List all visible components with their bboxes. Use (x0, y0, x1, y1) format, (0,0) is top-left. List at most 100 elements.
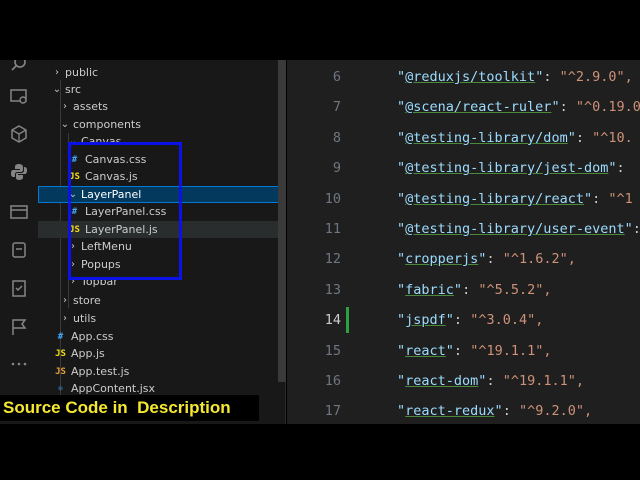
json-key: fabric (405, 281, 454, 298)
json-key: @testing-library/dom (405, 129, 568, 146)
react-file-icon: ⚛ (57, 383, 64, 394)
json-value: "^3.0.4", (470, 312, 544, 329)
line-number: 13 (324, 281, 341, 298)
code-text: "react-redux": "^9.2.0", (397, 403, 593, 420)
extensions-icon[interactable] (9, 124, 29, 144)
tree-item-components[interactable]: ⌄ components (38, 116, 286, 133)
tree-item-label: utils (73, 312, 97, 325)
tree-item-public[interactable]: › public (38, 64, 286, 81)
json-value: "^0.19.0 (575, 99, 640, 116)
python-icon[interactable] (9, 162, 29, 182)
code-line: 16 "react-dom": "^19.1.1", (287, 366, 640, 396)
search-icon[interactable] (9, 60, 29, 74)
testing-icon[interactable] (9, 278, 29, 298)
tree-item-utils[interactable]: › utils (38, 310, 286, 327)
tree-item-app-js[interactable]: JS App.js (38, 345, 286, 362)
line-number: 15 (324, 342, 341, 359)
json-value: "^19.1.1", (470, 342, 552, 359)
json-key: react-dom (405, 373, 479, 389)
code-text: "@testing-library/dom": "^10. (397, 129, 633, 146)
json-value: "^1 (608, 190, 633, 207)
json-value: "^5.5.2", (478, 281, 552, 298)
code-line: 7 "@scena/react-ruler": "^0.19.0 (287, 92, 640, 122)
code-line: 6 "@reduxjs/toolkit": "^2.9.0", (287, 62, 640, 92)
line-number: 14 (324, 312, 341, 329)
tree-item-label: App.js (71, 347, 105, 360)
code-text: "@scena/react-ruler": "^0.19.0 (397, 99, 640, 116)
tree-item-label: store (73, 294, 101, 307)
tree-item-label: src (65, 83, 82, 96)
remote-explorer-icon[interactable] (9, 202, 29, 222)
tree-item-label: components (73, 118, 141, 131)
json-key: @reduxjs/toolkit (405, 69, 536, 85)
json-value: "^2.9.0", (559, 69, 633, 85)
line-number: 7 (332, 99, 341, 116)
code-line: 13 "fabric": "^5.5.2", (287, 275, 640, 305)
tree-item-label: assets (73, 100, 109, 113)
tree-item-app-css[interactable]: # App.css (38, 328, 286, 345)
database-icon[interactable] (9, 240, 29, 260)
line-number: 12 (324, 251, 341, 268)
code-line: 12 "cropperjs": "^1.6.2", (287, 244, 640, 274)
chevron-right-icon: › (63, 295, 67, 306)
json-key: @testing-library/user-event (405, 221, 625, 237)
code-text: "cropperjs": "^1.6.2", (397, 251, 576, 268)
js-file-icon: JS (55, 366, 66, 377)
json-key: @testing-library/react (405, 190, 584, 207)
json-key: cropperjs (405, 251, 479, 268)
chevron-down-icon: ⌄ (52, 84, 62, 95)
description-banner: Source Code in Description (0, 395, 259, 421)
code-text: "fabric": "^5.5.2", (397, 281, 552, 298)
chevron-right-icon: › (55, 67, 59, 78)
tree-item-src[interactable]: ⌄ src (38, 81, 286, 98)
code-line: 9 "@testing-library/jest-dom": (287, 153, 640, 183)
flag-icon[interactable] (9, 317, 29, 337)
line-number: 11 (324, 221, 341, 237)
code-text: "@reduxjs/toolkit": "^2.9.0", (397, 69, 633, 85)
video-letterbox-top (0, 0, 640, 60)
chevron-right-icon: › (63, 101, 67, 112)
code-text: "@testing-library/react": "^1 (397, 190, 633, 207)
code-text: "jspdf": "^3.0.4", (397, 312, 544, 329)
vscode-window: › public ⌄ src › assets ⌄ components ⌄ Canvas # Can… (0, 60, 640, 424)
code-text: "react-dom": "^19.1.1", (397, 373, 584, 389)
code-line: 10 "@testing-library/react": "^1 (287, 184, 640, 214)
activity-bar (0, 60, 38, 424)
code-line: 15 "react": "^19.1.1", (287, 336, 640, 366)
code-line: 11 "@testing-library/user-event": (287, 214, 640, 244)
code-line: 8 "@testing-library/dom": "^10. (287, 123, 640, 153)
tree-item-label: App.css (71, 330, 114, 343)
chevron-down-icon: ⌄ (60, 119, 70, 130)
json-value: "^9.2.0", (518, 403, 593, 420)
tree-item-app-test-js[interactable]: JS App.test.js (38, 363, 286, 380)
more-icon[interactable] (9, 354, 29, 374)
json-key: @scena/react-ruler (405, 99, 552, 116)
code-text: "react": "^19.1.1", (397, 342, 552, 359)
chevron-right-icon: › (63, 313, 67, 324)
line-number: 16 (324, 373, 341, 389)
line-number: 8 (332, 129, 341, 146)
json-key: jspdf (405, 312, 446, 329)
tree-item-store[interactable]: › store (38, 292, 286, 309)
line-number: 17 (324, 403, 341, 420)
video-letterbox-bottom (0, 424, 640, 480)
line-number: 9 (332, 160, 341, 177)
line-number: 10 (324, 190, 341, 207)
json-value: "^10. (592, 129, 633, 146)
json-key: react (405, 342, 446, 359)
json-key: @testing-library/jest-dom (405, 160, 609, 177)
json-value: "^1.6.2", (502, 251, 576, 268)
explorer-scrollbar[interactable] (278, 60, 286, 382)
code-editor[interactable]: 6 "@reduxjs/toolkit": "^2.9.0", 7 "@scena/r… (287, 60, 640, 424)
js-file-icon: JS (55, 348, 66, 359)
tree-item-label: AppContent.jsx (71, 382, 156, 395)
run-debug-icon[interactable] (9, 86, 29, 106)
tree-item-label: App.test.js (71, 365, 130, 378)
json-key: react-redux (405, 403, 495, 420)
code-text: "@testing-library/user-event": (397, 221, 640, 237)
css-file-icon: # (57, 331, 64, 342)
git-modified-marker (346, 307, 349, 334)
tree-item-label: public (65, 66, 99, 79)
tree-item-assets[interactable]: › assets (38, 98, 286, 115)
line-number: 6 (332, 69, 341, 85)
